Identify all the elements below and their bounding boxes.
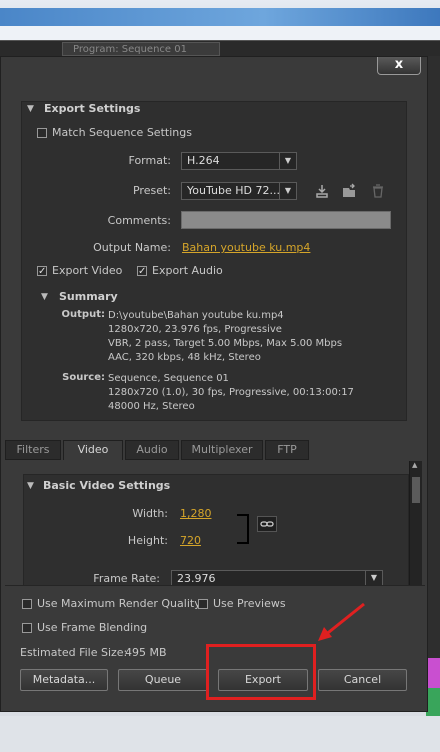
chevron-down-icon: ▼ — [279, 183, 296, 199]
format-value: H.264 — [187, 154, 220, 167]
comments-label: Comments: — [107, 214, 171, 227]
tab-video[interactable]: Video — [63, 440, 123, 460]
preset-value: YouTube HD 72... — [187, 184, 280, 197]
cancel-button[interactable]: Cancel — [318, 669, 407, 691]
timeline-clip-video — [426, 658, 440, 688]
background-menubar — [0, 26, 440, 40]
format-dropdown[interactable]: H.264 ▼ — [181, 152, 297, 170]
tab-filters[interactable]: Filters — [5, 440, 61, 460]
export-audio-checkbox[interactable]: ✓ — [137, 266, 147, 277]
preset-dropdown[interactable]: YouTube HD 72... ▼ — [181, 182, 297, 200]
frame-blending-label: Use Frame Blending — [37, 621, 148, 634]
export-video-checkbox[interactable]: ✓ — [37, 266, 47, 277]
summary-output-label: Output: — [61, 309, 105, 320]
export-settings-title: Export Settings — [44, 102, 141, 115]
summary-source-label: Source: — [62, 372, 105, 383]
estimated-file-size-label: Estimated File Size: — [20, 646, 128, 659]
import-preset-icon[interactable] — [341, 183, 357, 199]
link-icon[interactable] — [257, 516, 277, 532]
video-settings-scrollbar[interactable]: ▲ — [409, 461, 422, 585]
basic-video-settings-title: Basic Video Settings — [43, 479, 171, 492]
width-label: Width: — [132, 507, 168, 520]
aspect-bracket — [237, 514, 249, 544]
timeline-clip-audio — [426, 688, 440, 718]
queue-button[interactable]: Queue — [118, 669, 208, 691]
program-monitor-tab[interactable]: Program: Sequence 01 — [62, 42, 220, 56]
scrollbar-thumb[interactable] — [412, 477, 420, 503]
output-name-label: Output Name: — [93, 241, 171, 254]
close-button[interactable]: x — [377, 57, 421, 75]
use-previews-checkbox[interactable] — [198, 599, 208, 609]
max-render-quality-checkbox[interactable] — [22, 599, 32, 609]
annotation-highlight-box — [206, 644, 316, 700]
height-label: Height: — [127, 534, 168, 547]
chevron-down-icon: ▼ — [279, 153, 296, 169]
delete-preset-icon[interactable] — [370, 183, 386, 199]
tab-audio[interactable]: Audio — [125, 440, 179, 460]
summary-title: Summary — [59, 290, 118, 303]
divider — [5, 585, 425, 586]
use-previews-label: Use Previews — [213, 597, 286, 610]
collapse-triangle-icon[interactable]: ▼ — [41, 292, 48, 302]
dialog-titlebar[interactable] — [1, 57, 427, 75]
preset-label: Preset: — [132, 184, 171, 197]
max-render-quality-label: Use Maximum Render Quality — [37, 597, 201, 610]
frame-blending-checkbox[interactable] — [22, 623, 32, 633]
save-preset-icon[interactable] — [314, 183, 330, 199]
format-label: Format: — [128, 154, 171, 167]
frame-rate-dropdown[interactable]: 23.976 ▼ — [171, 570, 383, 586]
scroll-up-icon[interactable]: ▲ — [412, 461, 417, 469]
frame-rate-value: 23.976 — [177, 572, 216, 585]
background-timeline-edge — [426, 56, 440, 718]
metadata-button[interactable]: Metadata... — [20, 669, 108, 691]
collapse-triangle-icon[interactable]: ▼ — [27, 104, 34, 114]
annotation-arrow-icon — [318, 602, 365, 641]
match-sequence-checkbox[interactable] — [37, 128, 47, 138]
export-video-label: Export Video — [52, 264, 123, 277]
match-sequence-label: Match Sequence Settings — [52, 126, 192, 139]
background-taskbar — [0, 716, 440, 752]
tab-multiplexer[interactable]: Multiplexer — [181, 440, 263, 460]
estimated-file-size-value: 495 MB — [125, 646, 167, 659]
height-value[interactable]: 720 — [180, 534, 201, 547]
width-value[interactable]: 1,280 — [180, 507, 212, 520]
summary-output-text: D:\youtube\Bahan youtube ku.mp4 1280x720… — [108, 310, 343, 363]
video-settings-area: ▼ Basic Video Settings Width: 1,280 Heig… — [5, 460, 409, 586]
summary-source-text: Sequence, Sequence 01 1280x720 (1.0), 30… — [108, 373, 354, 412]
tab-ftp[interactable]: FTP — [265, 440, 309, 460]
export-audio-label: Export Audio — [152, 264, 223, 277]
frame-rate-label: Frame Rate: — [93, 572, 160, 585]
collapse-triangle-icon[interactable]: ▼ — [27, 481, 34, 491]
background-titlebar — [0, 8, 440, 26]
chevron-down-icon: ▼ — [365, 571, 382, 585]
comments-field[interactable] — [181, 211, 391, 229]
output-name-link[interactable]: Bahan youtube ku.mp4 — [182, 241, 310, 254]
settings-tab-bar: Filters Video Audio Multiplexer FTP — [5, 440, 407, 460]
